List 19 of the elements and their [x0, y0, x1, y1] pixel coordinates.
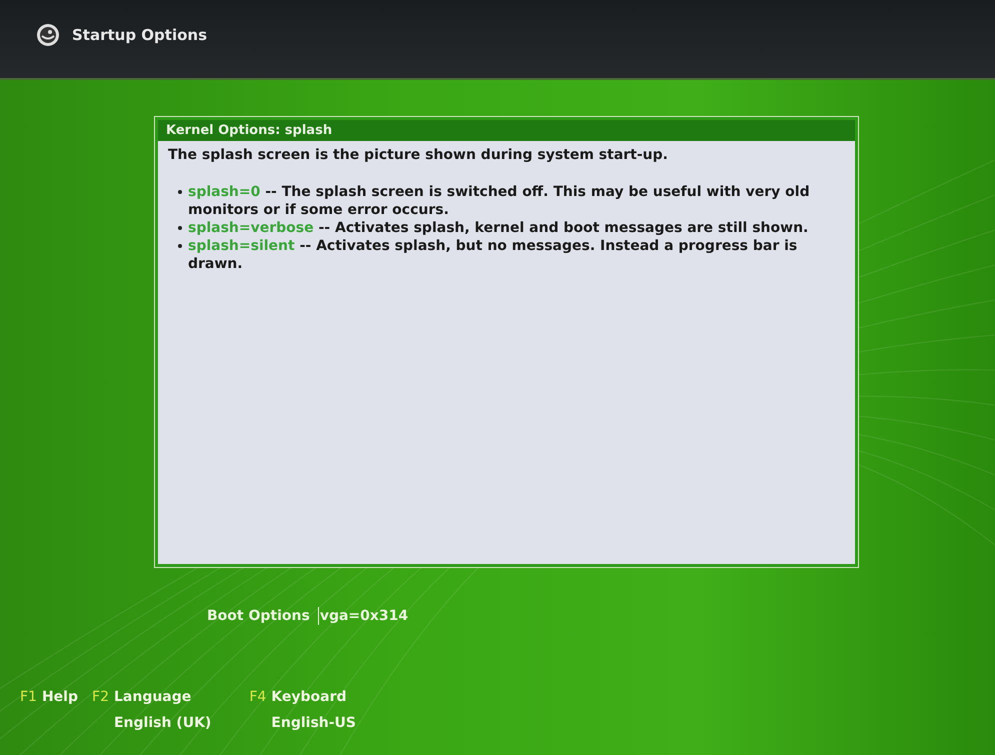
option-description: splash=silent -- Activates splash, but no messages. Instead a progress bar is drawn.: [188, 237, 798, 273]
function-key-action[interactable]: Help: [42, 689, 78, 705]
screen-title: Startup Options: [72, 26, 208, 44]
function-key-value: English (UK): [114, 715, 212, 731]
boot-options-label: Boot Options: [207, 608, 310, 624]
panel-title: Kernel Options: splash: [158, 120, 855, 141]
function-key-action[interactable]: Keyboard: [271, 689, 356, 705]
bullet-icon: [178, 226, 182, 230]
option-description: splash=0 -- The splash screen is switched off. This may be useful with very old monitors or if some error occurs.: [188, 183, 811, 219]
function-key-value: English-US: [271, 715, 356, 731]
boot-options-field[interactable]: vga=0x314: [318, 605, 718, 627]
bullet-icon: [178, 190, 182, 194]
function-key-label: F2: [92, 689, 109, 707]
function-key-label: F1: [20, 689, 37, 707]
intro-text: The splash screen is the picture shown during system start-up.: [168, 147, 669, 163]
function-key-action[interactable]: Language: [114, 689, 212, 705]
bullet-icon: [178, 244, 182, 248]
option-description: splash=verbose -- Activates splash, kernel and boot messages are still shown.: [188, 219, 810, 237]
function-key-label: F4: [249, 689, 266, 707]
